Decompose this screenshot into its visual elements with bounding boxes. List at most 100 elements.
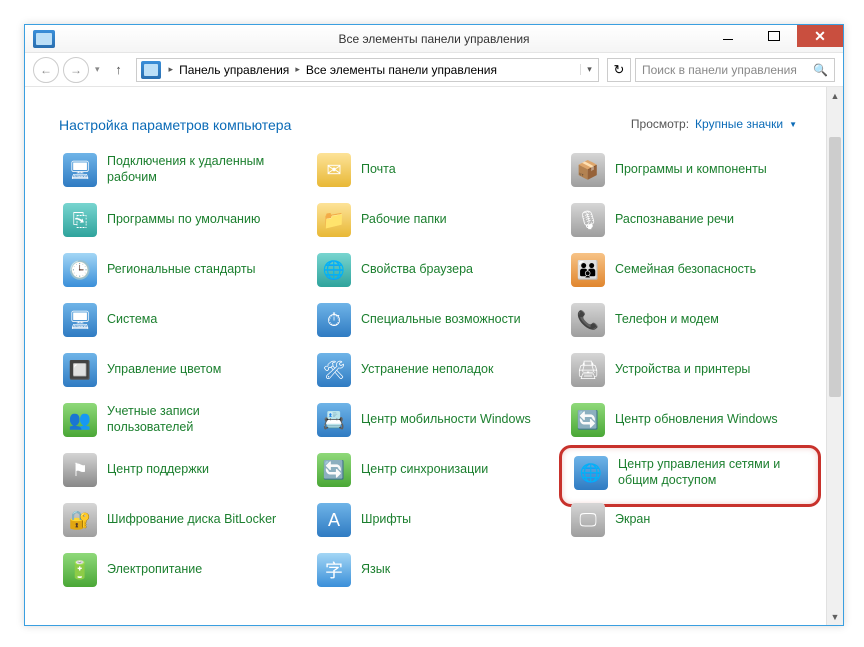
view-label: Просмотр: [631,117,689,131]
action-center-icon: ⚑ [63,453,97,487]
cp-item-network-sharing[interactable]: 🌐 Центр управления сетями и общим доступо… [570,454,810,492]
cp-item-color-mgmt[interactable]: 🔲 Управление цветом [59,351,305,389]
cp-item-region[interactable]: 🕒 Региональные стандарты [59,251,305,289]
cp-item-system[interactable]: 🖥 Система [59,301,305,339]
cp-item-phone-modem[interactable]: 📞Телефон и модем [567,301,813,339]
mobility-center-icon: 📇 [317,403,351,437]
content-area: Настройка параметров компьютера Просмотр… [25,87,843,625]
titlebar: Все элементы панели управления ✕ [25,25,843,53]
cp-item-label: Управление цветом [107,362,221,378]
speech-icon: 🎙 [571,203,605,237]
breadcrumb-seg-2[interactable]: Все элементы панели управления [304,63,499,77]
cp-item-label: Свойства браузера [361,262,473,278]
search-input[interactable]: Поиск в панели управления 🔍 [635,58,835,82]
cp-item-label: Устройства и принтеры [615,362,750,378]
page-heading: Настройка параметров компьютера [59,117,291,133]
control-panel-window: Все элементы панели управления ✕ ← → ▾ ↑… [24,24,844,626]
cp-item-internet-options[interactable]: 🌐 Свойства браузера [313,251,559,289]
address-bar[interactable]: ▸ Панель управления ▸ Все элементы панел… [136,58,599,82]
cp-item-label: Центр обновления Windows [615,412,778,428]
cp-item-label: Центр управления сетями и общим доступом [618,457,798,488]
cp-item-fonts[interactable]: AШрифты [313,501,559,539]
close-button[interactable]: ✕ [797,25,843,47]
address-icon [141,61,161,79]
sync-center-icon: 🔄 [317,453,351,487]
forward-button[interactable]: → [63,57,89,83]
cp-item-label: Экран [615,512,650,528]
cp-item-label: Шифрование диска BitLocker [107,512,276,528]
vertical-scrollbar[interactable]: ▲ ▼ [826,87,843,625]
remote-desktop-icon: 🖥 [63,153,97,187]
cp-item-troubleshoot[interactable]: 🛠Устранение неполадок [313,351,559,389]
scroll-up-button[interactable]: ▲ [827,87,843,104]
ease-of-access-icon: ⏱ [317,303,351,337]
cp-item-label: Центр синхронизации [361,462,488,478]
cp-item-action-center[interactable]: ⚑ Центр поддержки [59,451,305,489]
cp-item-family-safety[interactable]: 👪 Семейная безопасность [567,251,813,289]
cp-item-programs-features[interactable]: 📦 Программы и компоненты [567,151,813,189]
navigation-bar: ← → ▾ ↑ ▸ Панель управления ▸ Все элемен… [25,53,843,87]
cp-item-label: Язык [361,562,390,578]
default-programs-icon: ⎘ [63,203,97,237]
highlighted-item: 🌐 Центр управления сетями и общим доступо… [559,445,821,507]
cp-item-label: Программы и компоненты [615,162,767,178]
language-icon: 字 [317,553,351,587]
cp-item-label: Центр поддержки [107,462,209,478]
cp-item-label: Центр мобильности Windows [361,412,531,428]
cp-item-ease-of-access[interactable]: ⏱Специальные возможности [313,301,559,339]
cp-item-label: Система [107,312,157,328]
devices-printers-icon: 🖨 [571,353,605,387]
display-icon: 🖵 [571,503,605,537]
history-dropdown[interactable]: ▾ [93,64,102,75]
items-grid: 🖥Подключения к удаленным рабочим ✉ Почта 📦 П… [59,151,813,625]
color-mgmt-icon: 🔲 [63,353,97,387]
search-placeholder: Поиск в панели управления [642,63,797,77]
cp-item-power[interactable]: 🔋Электропитание [59,551,305,589]
scroll-down-button[interactable]: ▼ [827,608,843,625]
back-button[interactable]: ← [33,57,59,83]
refresh-button[interactable]: ↻ [607,58,631,82]
breadcrumb-seg-1[interactable]: Панель управления [177,63,291,77]
breadcrumb-sep: ▸ [165,64,178,75]
cp-item-user-accounts[interactable]: 👥Учетные записи пользователей [59,401,305,439]
minimize-button[interactable] [705,25,751,47]
cp-item-label: Региональные стандарты [107,262,256,278]
cp-item-sync-center[interactable]: 🔄 Центр синхронизации [313,451,559,489]
cp-item-language[interactable]: 字 Язык [313,551,559,589]
scroll-thumb[interactable] [829,137,841,397]
internet-options-icon: 🌐 [317,253,351,287]
bitlocker-icon: 🔐 [63,503,97,537]
family-safety-icon: 👪 [571,253,605,287]
windows-update-icon: 🔄 [571,403,605,437]
cp-item-windows-update[interactable]: 🔄 Центр обновления Windows [567,401,813,439]
cp-item-default-programs[interactable]: ⎘ Программы по умолчанию [59,201,305,239]
cp-item-work-folders[interactable]: 📁 Рабочие папки [313,201,559,239]
cp-item-label: Почта [361,162,396,178]
cp-item-remote-desktop[interactable]: 🖥Подключения к удаленным рабочим [59,151,305,189]
up-button[interactable]: ↑ [110,61,128,79]
cp-item-label: Семейная безопасность [615,262,756,278]
network-sharing-icon: 🌐 [574,456,608,490]
cp-item-bitlocker[interactable]: 🔐 Шифрование диска BitLocker [59,501,305,539]
cp-item-label: Телефон и модем [615,312,719,328]
mail-icon: ✉ [317,153,351,187]
breadcrumb-sep: ▸ [291,64,304,75]
region-icon: 🕒 [63,253,97,287]
cp-item-speech[interactable]: 🎙Распознавание речи [567,201,813,239]
cp-item-label: Программы по умолчанию [107,212,260,228]
work-folders-icon: 📁 [317,203,351,237]
control-panel-icon [33,30,55,48]
view-value[interactable]: Крупные значки [695,117,783,131]
chevron-down-icon[interactable]: ▼ [789,120,797,129]
address-dropdown[interactable]: ▾ [580,64,598,75]
programs-features-icon: 📦 [571,153,605,187]
cp-item-label: Рабочие папки [361,212,447,228]
cp-item-devices-printers[interactable]: 🖨 Устройства и принтеры [567,351,813,389]
cp-item-label: Шрифты [361,512,411,528]
system-icon: 🖥 [63,303,97,337]
cp-item-mail[interactable]: ✉ Почта [313,151,559,189]
maximize-button[interactable] [751,25,797,47]
cp-item-mobility-center[interactable]: 📇 Центр мобильности Windows [313,401,559,439]
user-accounts-icon: 👥 [63,403,97,437]
window-controls: ✕ [705,25,843,47]
